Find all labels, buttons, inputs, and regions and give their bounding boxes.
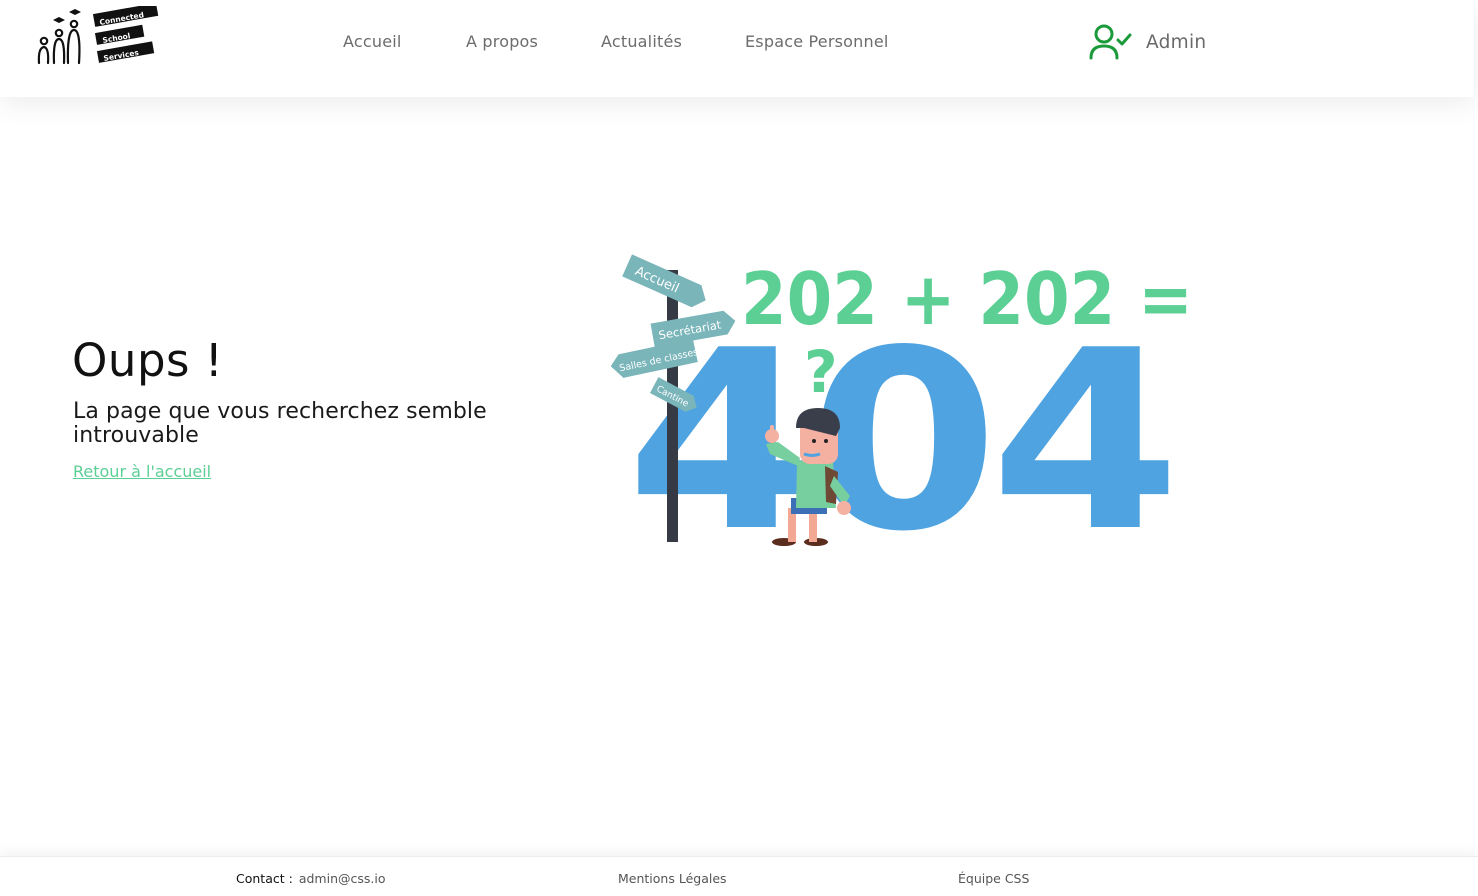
- error-404-illustration: 404 202 + 202 = ? Accueil Secrétariat Sa…: [610, 254, 1193, 560]
- contact-label: Contact :: [236, 871, 293, 886]
- user-name: Admin: [1146, 31, 1207, 53]
- user-account-menu[interactable]: Admin: [1089, 22, 1206, 62]
- user-check-icon: [1089, 24, 1132, 60]
- back-home-link[interactable]: Retour à l'accueil: [73, 462, 211, 481]
- contact-email-link[interactable]: admin@css.io: [299, 871, 386, 886]
- footer-team-link[interactable]: Équipe CSS: [958, 871, 1029, 886]
- nav-actualites[interactable]: Actualités: [601, 32, 682, 51]
- connected-school-services-logo[interactable]: Connected School Services: [36, 6, 162, 68]
- nav-espace-personnel[interactable]: Espace Personnel: [745, 32, 889, 51]
- nav-a-propos[interactable]: A propos: [466, 32, 538, 51]
- error-title: Oups !: [72, 334, 224, 387]
- footer-legal-link[interactable]: Mentions Légales: [618, 871, 727, 886]
- error-message: La page que vous recherchez semble intro…: [73, 399, 487, 448]
- top-navbar: Connected School Services Accueil A prop…: [0, 0, 1474, 97]
- footer-contact: Contact : admin@css.io: [236, 871, 386, 886]
- nav-accueil[interactable]: Accueil: [343, 32, 402, 51]
- footer: Contact : admin@css.io Mentions Légales É…: [0, 856, 1478, 896]
- equation-text: 202 + 202 =: [741, 257, 1193, 341]
- page: Connected School Services Accueil A prop…: [0, 0, 1478, 896]
- question-mark: ?: [804, 338, 838, 406]
